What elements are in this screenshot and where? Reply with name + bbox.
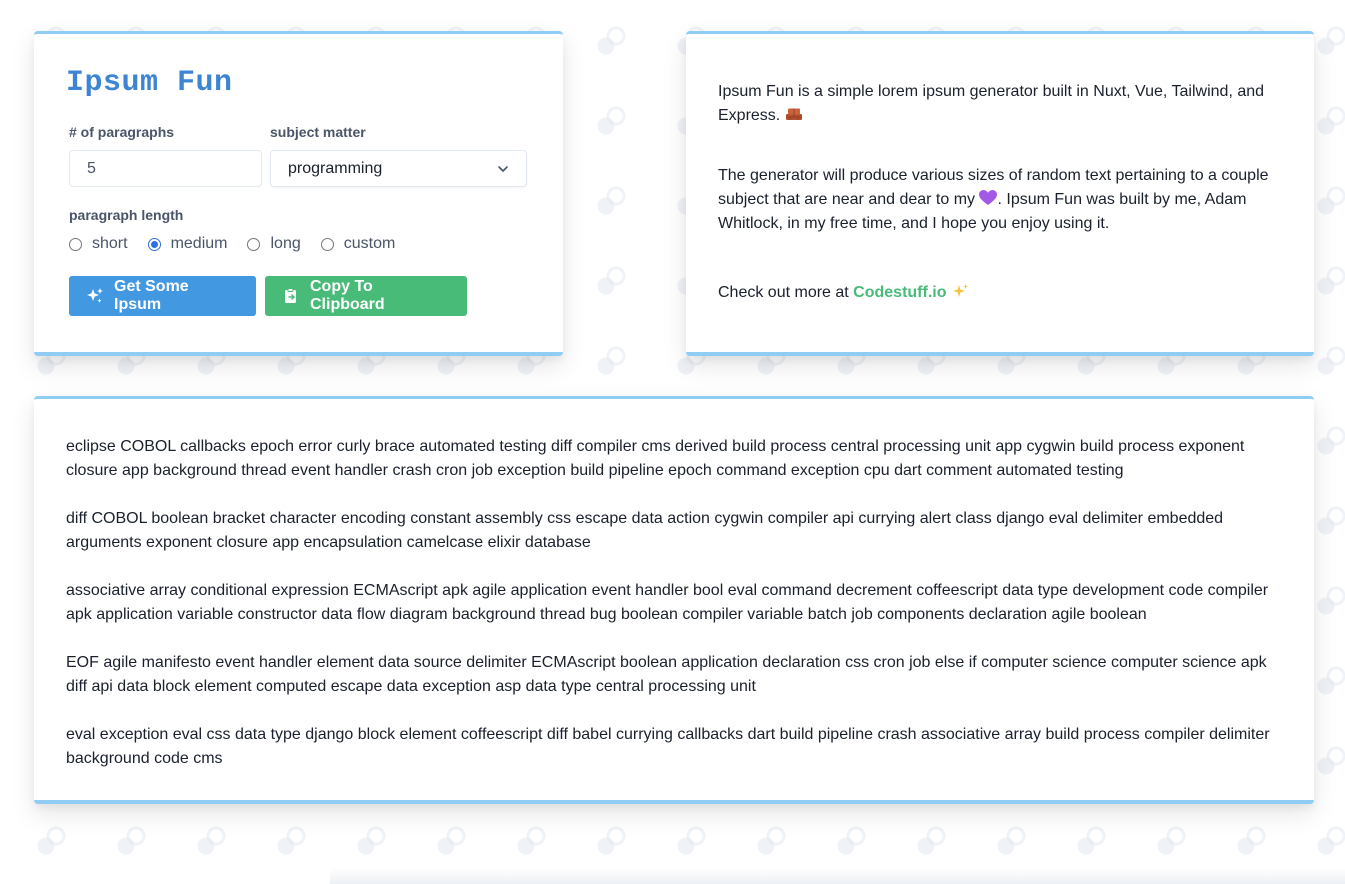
app-title: Ipsum Fun xyxy=(66,66,233,100)
radio-custom-label: custom xyxy=(343,235,396,252)
paragraphs-field: # of paragraphs 5 xyxy=(69,124,262,187)
radio-short-circle[interactable] xyxy=(69,237,82,251)
clipboard-icon xyxy=(282,287,300,305)
action-buttons: Get Some Ipsum Copy To Clipboard xyxy=(69,276,528,316)
radio-medium[interactable]: medium xyxy=(147,235,228,253)
about-more: Check out more at Codestuff.io xyxy=(718,281,1282,305)
length-label: paragraph length xyxy=(69,207,184,223)
radio-long[interactable]: long xyxy=(247,235,301,253)
subject-select[interactable]: programming xyxy=(270,150,527,187)
ipsum-paragraph: associative array conditional expression… xyxy=(66,582,1269,623)
paragraphs-input[interactable]: 5 xyxy=(69,150,262,187)
paragraphs-label: # of paragraphs xyxy=(69,124,175,140)
ipsum-paragraph: eval exception eval css data type django… xyxy=(66,726,1270,767)
get-ipsum-button[interactable]: Get Some Ipsum xyxy=(69,276,256,316)
length-radio-group: short medium long custom xyxy=(69,235,528,253)
generator-form-card: Ipsum Fun # of paragraphs 5 subject matt… xyxy=(34,31,563,356)
page-bottom-shadow xyxy=(330,868,1345,884)
sparkles-icon xyxy=(86,287,104,305)
radio-long-label: long xyxy=(270,235,301,252)
about-paragraph-2: The generator will produce various sizes… xyxy=(718,164,1282,236)
copy-clipboard-label: Copy To Clipboard xyxy=(310,278,385,313)
ipsum-output-card: eclipse COBOL callbacks epoch error curl… xyxy=(34,396,1314,804)
chevron-down-icon xyxy=(497,163,509,175)
copy-clipboard-button[interactable]: Copy To Clipboard xyxy=(265,276,467,316)
ipsum-paragraph: diff COBOL boolean bracket character enc… xyxy=(66,510,1224,551)
sparkles-emoji-icon xyxy=(951,283,969,299)
form-fields-row: # of paragraphs 5 subject matter program… xyxy=(69,124,528,187)
subject-field: subject matter programming xyxy=(270,124,527,187)
subject-label: subject matter xyxy=(270,124,366,140)
subject-select-value: programming xyxy=(288,159,383,177)
ipsum-paragraph: eclipse COBOL callbacks epoch error curl… xyxy=(66,438,1245,479)
radio-medium-circle[interactable] xyxy=(147,237,161,251)
purple-heart-icon xyxy=(979,190,998,206)
about-more-prefix: Check out more at xyxy=(718,284,854,301)
radio-short[interactable]: short xyxy=(69,235,128,253)
radio-custom-circle[interactable] xyxy=(320,237,334,251)
bricks-icon xyxy=(785,105,803,120)
paragraphs-input-value: 5 xyxy=(87,159,96,177)
radio-short-label: short xyxy=(92,235,128,252)
get-ipsum-label: Get Some Ipsum xyxy=(114,278,189,313)
about-card: Ipsum Fun is a simple lorem ipsum genera… xyxy=(686,31,1314,356)
ipsum-paragraph: EOF agile manifesto event handler elemen… xyxy=(66,654,1267,695)
radio-medium-label: medium xyxy=(170,235,228,252)
radio-long-circle[interactable] xyxy=(247,237,261,251)
radio-custom[interactable]: custom xyxy=(320,235,396,253)
codestuff-link[interactable]: Codestuff.io xyxy=(853,284,946,301)
about-paragraph-1: Ipsum Fun is a simple lorem ipsum genera… xyxy=(718,80,1282,128)
